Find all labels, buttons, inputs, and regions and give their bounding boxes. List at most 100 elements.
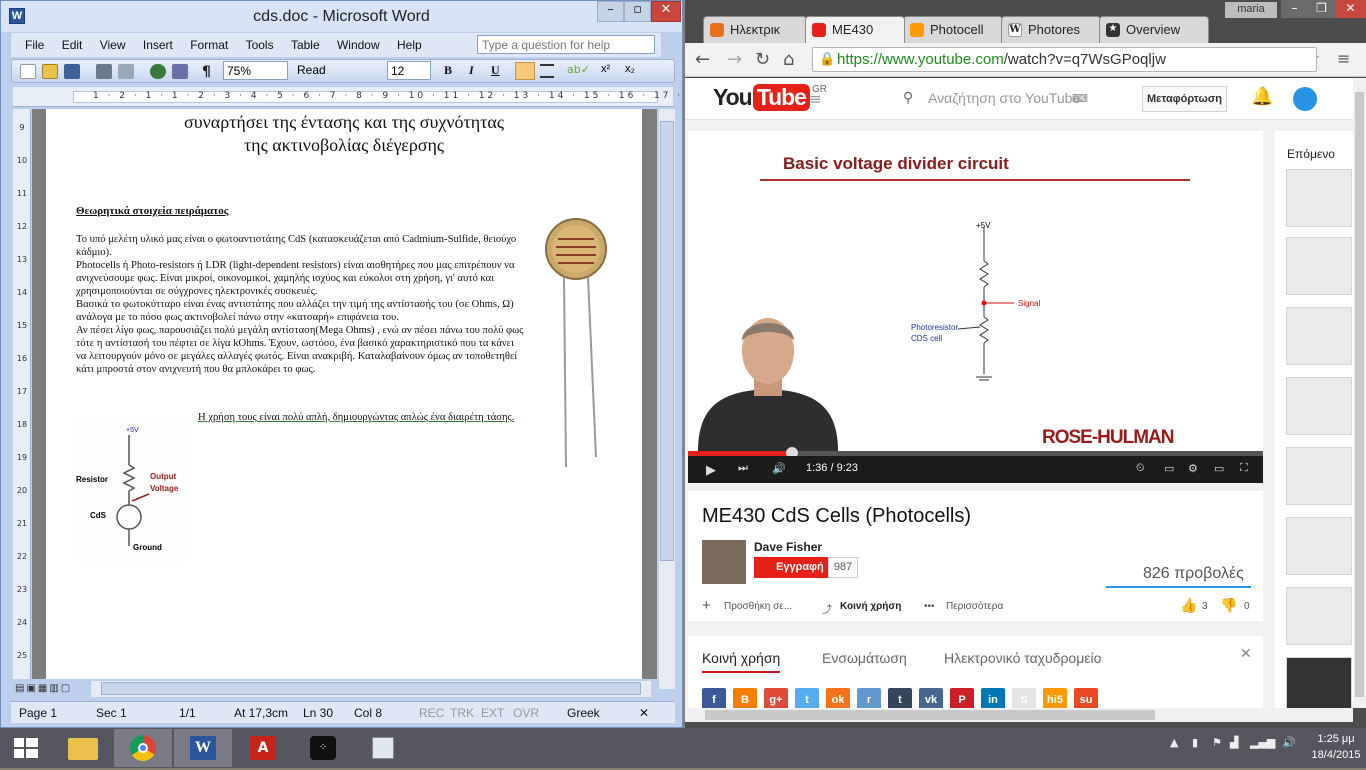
tab-4[interactable]: W Photores: [1001, 16, 1101, 43]
chrome-restore-button[interactable]: ❐: [1308, 0, 1335, 18]
menu-insert[interactable]: Insert: [143, 38, 173, 52]
signal-icon[interactable]: ▂▄▆: [1250, 736, 1275, 749]
googleplus-icon[interactable]: g+: [764, 688, 788, 708]
share-button[interactable]: Κοινή χρήση: [840, 601, 901, 612]
start-button[interactable]: [0, 729, 52, 767]
close-share-icon[interactable]: ✕: [1240, 646, 1252, 662]
stumble-icon[interactable]: S: [1012, 688, 1036, 708]
upload-button[interactable]: Μεταφόρτωση: [1142, 86, 1227, 112]
suggested-video-thumbnail[interactable]: [1286, 377, 1352, 435]
snipping-icon[interactable]: [354, 729, 412, 767]
tab-2[interactable]: ME430: [805, 16, 905, 43]
user-badge[interactable]: maria: [1225, 2, 1277, 18]
share-tab[interactable]: Κοινή χρήση: [702, 650, 781, 673]
print-preview-icon[interactable]: [118, 64, 134, 79]
address-bar[interactable]: 🔒 https://www.youtube.com/watch?v=q7WsGP…: [812, 47, 1317, 72]
home-icon[interactable]: ⌂: [783, 49, 794, 70]
new-document-icon[interactable]: [20, 64, 36, 79]
youtube-search-input[interactable]: Αναζήτηση στο YouTube: [928, 90, 1080, 106]
chrome-close-button[interactable]: ✕: [1335, 0, 1366, 18]
maximize-button[interactable]: ▫: [624, 1, 651, 22]
menu-tools[interactable]: Tools: [246, 38, 274, 52]
suggested-video-thumbnail[interactable]: [1286, 447, 1352, 505]
chrome-icon[interactable]: [114, 729, 172, 767]
volume-icon[interactable]: 🔊: [1282, 736, 1296, 749]
menu-window[interactable]: Window: [337, 38, 380, 52]
menu-format[interactable]: Format: [190, 38, 228, 52]
vk-icon[interactable]: vk: [919, 688, 943, 708]
dislike-icon[interactable]: 👎: [1220, 597, 1237, 614]
status-rec[interactable]: REC: [419, 706, 444, 720]
fullscreen-icon[interactable]: ⛶: [1240, 462, 1248, 475]
align-left-icon[interactable]: [515, 62, 535, 80]
twitter-icon[interactable]: t: [795, 688, 819, 708]
tray-expand-icon[interactable]: ▲: [1170, 736, 1178, 749]
open-folder-icon[interactable]: [42, 64, 58, 79]
status-trk[interactable]: TRK: [450, 706, 474, 720]
save-icon[interactable]: [64, 64, 80, 79]
menu-table[interactable]: Table: [291, 38, 320, 52]
subscribe-button[interactable]: Εγγραφή: [754, 557, 828, 578]
menu-view[interactable]: View: [100, 38, 126, 52]
tumblr-icon[interactable]: t: [888, 688, 912, 708]
tray-app-icon[interactable]: ▮: [1192, 736, 1198, 749]
volume-icon[interactable]: 🔊: [772, 462, 786, 475]
reddit-icon[interactable]: r: [857, 688, 881, 708]
add-icon[interactable]: +: [702, 597, 711, 614]
blogger-icon[interactable]: B: [733, 688, 757, 708]
help-search-input[interactable]: Type a question for help: [477, 35, 655, 54]
stumbleupon-icon[interactable]: su: [1074, 688, 1098, 708]
video-player[interactable]: Basic voltage divider circuit +5V Signal…: [688, 131, 1263, 483]
scroll-thumb[interactable]: [705, 710, 1155, 720]
chrome-vertical-scrollbar[interactable]: [1353, 78, 1366, 708]
view-buttons[interactable]: ▤▣▦▥▢: [15, 683, 72, 694]
odnoklassniki-icon[interactable]: ok: [826, 688, 850, 708]
scroll-thumb[interactable]: [660, 121, 674, 561]
zoom-select[interactable]: 75%: [223, 61, 288, 80]
tab-3[interactable]: Photocell: [903, 16, 1003, 43]
align-justify-icon[interactable]: [540, 64, 554, 78]
forward-icon[interactable]: →: [727, 49, 742, 70]
menu-edit[interactable]: Edit: [62, 38, 83, 52]
taskbar-clock[interactable]: 1:25 μμ 18/4/2015: [1308, 731, 1364, 763]
like-icon[interactable]: 👍: [1180, 597, 1197, 614]
menu-icon[interactable]: ≡: [1337, 49, 1350, 68]
play-icon[interactable]: ▶: [706, 462, 716, 478]
menu-file[interactable]: File: [25, 38, 44, 52]
keyboard-icon[interactable]: ⌨: [1072, 92, 1088, 105]
menu-help[interactable]: Help: [397, 38, 422, 52]
guide-menu-icon[interactable]: ≡: [809, 90, 822, 108]
chrome-minimize-button[interactable]: –: [1281, 0, 1308, 18]
channel-avatar[interactable]: [702, 540, 746, 584]
word-icon[interactable]: W: [174, 729, 232, 767]
print-icon[interactable]: [96, 64, 112, 79]
spelling-status-icon[interactable]: ✕: [639, 706, 649, 720]
superscript-icon[interactable]: x²: [601, 63, 610, 75]
suggested-video-thumbnail[interactable]: [1286, 307, 1352, 365]
flag-icon[interactable]: ⚑: [1212, 736, 1222, 749]
close-button[interactable]: ✕: [651, 1, 681, 22]
next-video-icon[interactable]: ⏭: [738, 462, 748, 475]
paragraph-marks-icon[interactable]: ¶: [202, 64, 218, 80]
more-icon[interactable]: •••: [924, 601, 935, 612]
embed-tab[interactable]: Ενσωμάτωση: [822, 650, 907, 666]
suggested-video-thumbnail[interactable]: [1286, 657, 1352, 708]
network-icon[interactable]: ▟: [1230, 736, 1238, 749]
file-explorer-icon[interactable]: [54, 729, 112, 767]
subtitles-icon[interactable]: ▭: [1164, 462, 1174, 475]
underline-button[interactable]: U: [491, 63, 500, 78]
hi5-icon[interactable]: hi5: [1043, 688, 1067, 708]
suggested-video-thumbnail[interactable]: [1286, 517, 1352, 575]
account-avatar[interactable]: [1293, 87, 1317, 111]
more-button[interactable]: Περισσότερα: [946, 601, 1003, 612]
acrobat-icon[interactable]: A: [234, 729, 292, 767]
permission-icon[interactable]: [172, 64, 188, 79]
linkedin-icon[interactable]: in: [981, 688, 1005, 708]
settings-gear-icon[interactable]: ⚙: [1188, 462, 1198, 475]
channel-name[interactable]: Dave Fisher: [754, 540, 822, 554]
facebook-icon[interactable]: f: [702, 688, 726, 708]
suggested-video-thumbnail[interactable]: [1286, 237, 1352, 295]
tab-5[interactable]: ★ Overview: [1099, 16, 1209, 43]
share-icon[interactable]: ⤴: [822, 601, 832, 616]
tab-1[interactable]: Ηλεκτρικ: [703, 16, 807, 43]
